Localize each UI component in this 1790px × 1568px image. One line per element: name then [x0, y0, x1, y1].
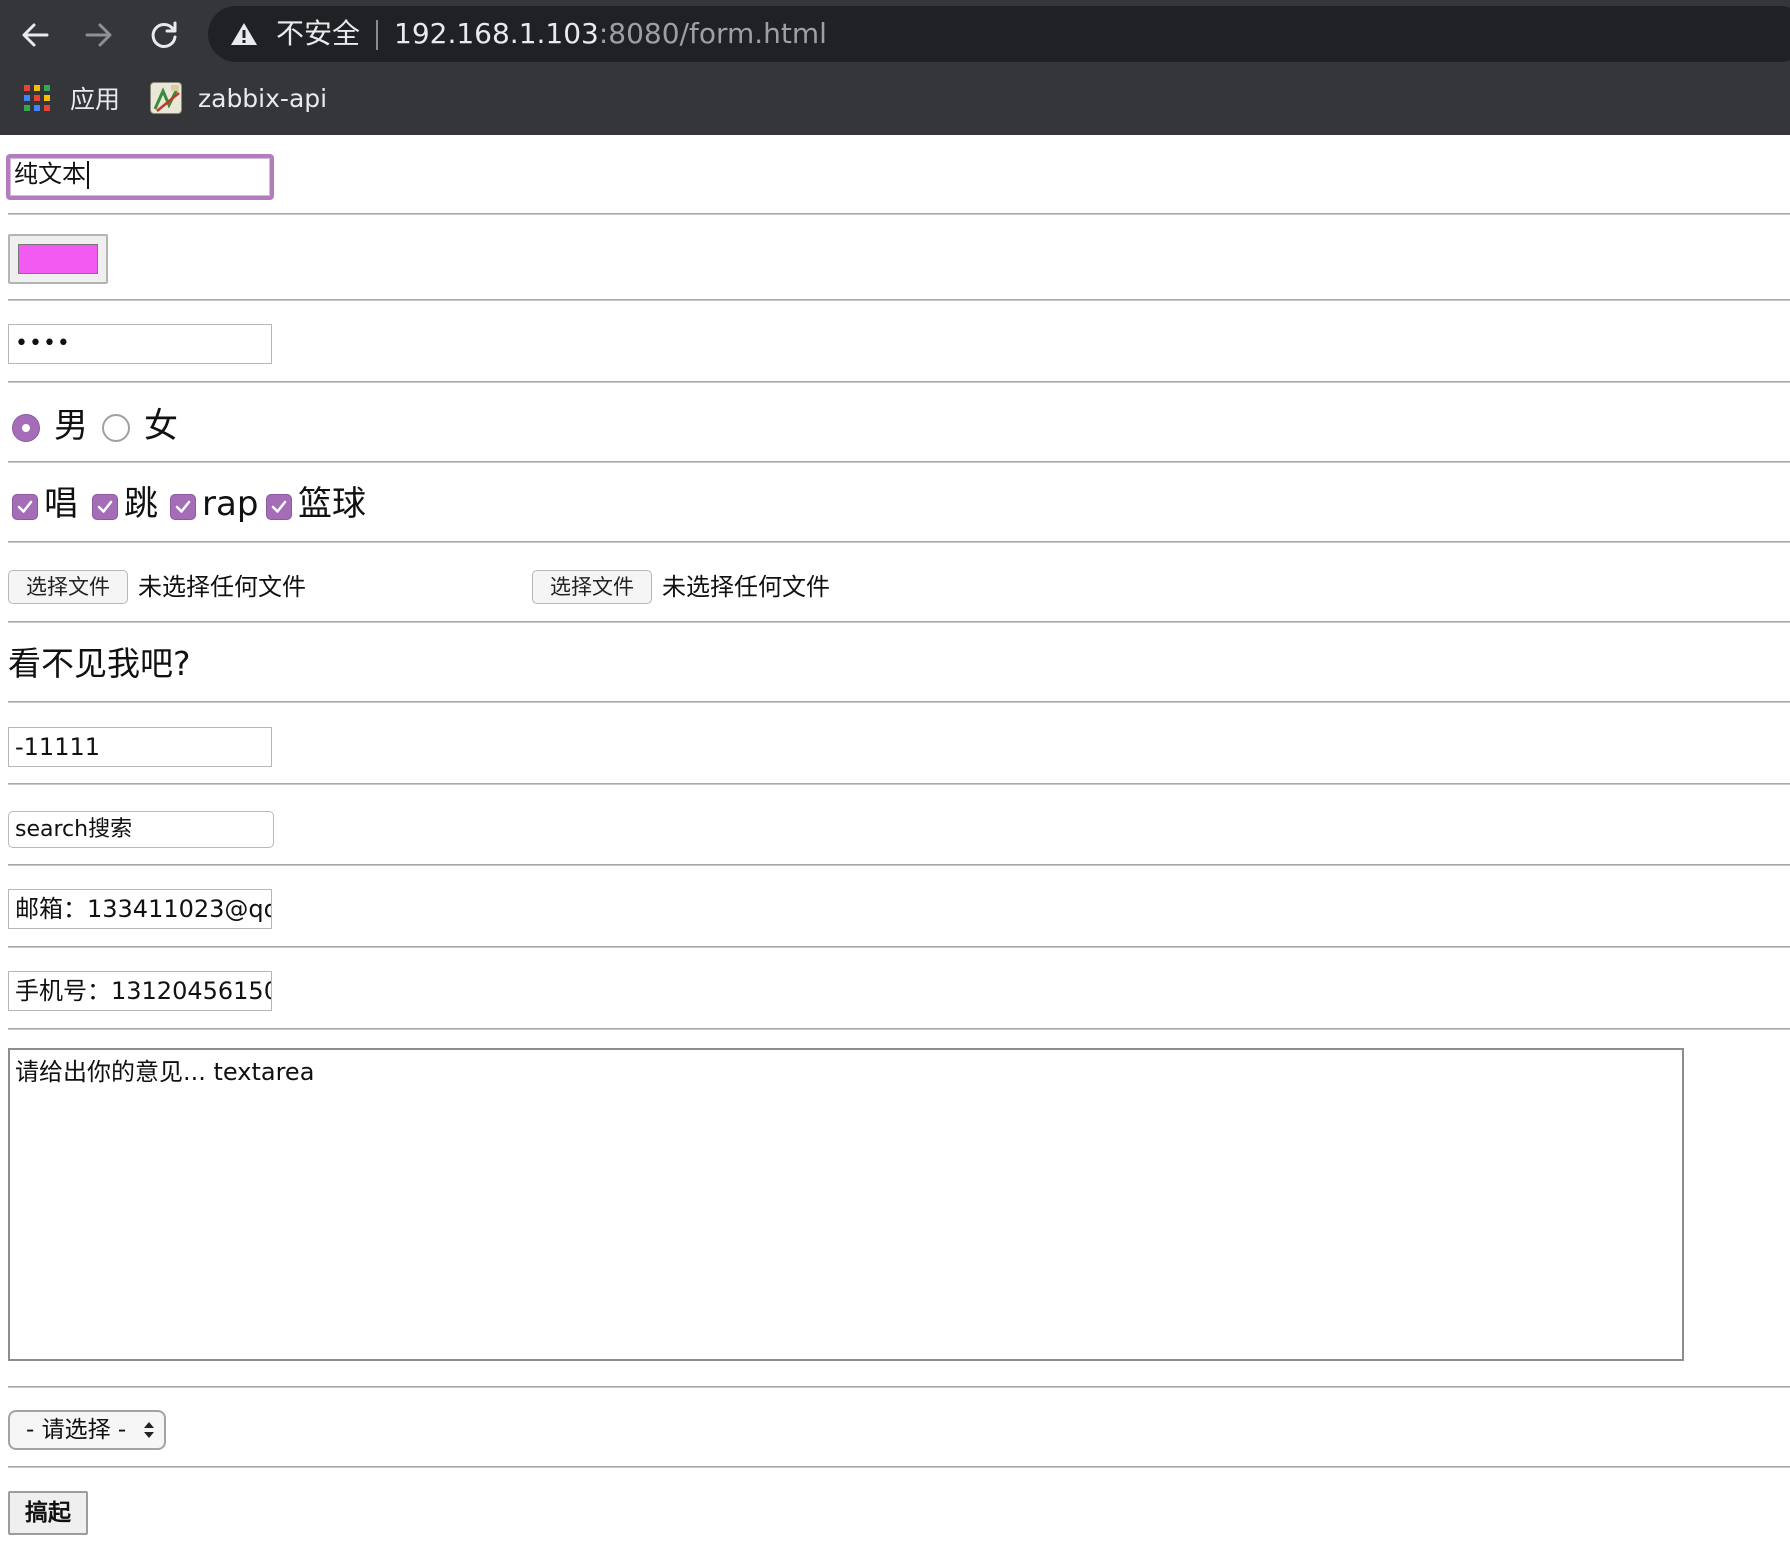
checkbox-sing-label[interactable]: 唱	[44, 484, 78, 524]
feedback-textarea[interactable]: 请给出你的意见... textarea	[8, 1048, 1684, 1361]
check-icon	[17, 500, 33, 513]
select-value: - 请选择 -	[26, 1417, 127, 1443]
search-input[interactable]: search搜索	[8, 811, 274, 848]
tel-input-value: 手机号：13120456150	[15, 977, 272, 1005]
url-text[interactable]: 192.168.1.103:8080/form.html	[394, 17, 827, 51]
file-choose-button-1[interactable]: 选择文件	[8, 570, 128, 604]
checkbox-basketball[interactable]	[266, 494, 292, 520]
url-host: 192.168.1.103	[394, 17, 599, 50]
text-input[interactable]: 纯文本	[6, 154, 274, 200]
checkbox-dance[interactable]	[92, 494, 118, 520]
checkbox-basketball-label[interactable]: 篮球	[298, 484, 366, 524]
search-input-value: search搜索	[15, 817, 133, 842]
divider	[8, 1028, 1790, 1030]
warning-icon[interactable]	[230, 21, 258, 47]
checkbox-rap[interactable]	[170, 494, 196, 520]
number-input[interactable]: -11111	[8, 727, 272, 767]
divider	[8, 701, 1790, 703]
forward-button[interactable]	[76, 12, 122, 58]
arrow-left-icon	[22, 23, 49, 47]
number-input-value: -11111	[15, 733, 101, 761]
divider	[8, 946, 1790, 948]
check-icon	[271, 500, 287, 513]
password-mask: ••••	[15, 331, 71, 356]
checkbox-rap-label[interactable]: rap	[202, 484, 258, 524]
check-icon	[97, 500, 113, 513]
bookmark-zabbix-api[interactable]: zabbix-api	[150, 78, 327, 118]
divider	[8, 541, 1790, 543]
omnibox-divider	[376, 20, 378, 50]
select-arrows-icon	[144, 1422, 154, 1438]
reload-button[interactable]	[141, 12, 187, 58]
checkbox-sing[interactable]	[12, 494, 38, 520]
text-caret	[87, 161, 89, 189]
submit-button[interactable]: 搞起	[8, 1491, 88, 1535]
divider	[8, 864, 1790, 866]
apps-grid-icon	[24, 85, 50, 111]
address-bar[interactable]: 不安全 192.168.1.103:8080/form.html	[208, 6, 1790, 62]
divider	[8, 299, 1790, 301]
checkbox-dance-label[interactable]: 跳	[124, 484, 158, 524]
divider	[8, 461, 1790, 463]
textarea-value: 请给出你的意见... textarea	[15, 1058, 315, 1086]
color-picker[interactable]	[8, 234, 108, 284]
zabbix-favicon-icon	[150, 82, 182, 114]
radio-male-label[interactable]: 男	[54, 406, 88, 446]
divider	[8, 213, 1790, 215]
color-swatch	[18, 244, 98, 274]
divider	[8, 783, 1790, 785]
bookmark-apps-label: 应用	[70, 85, 121, 114]
radio-male[interactable]	[12, 414, 40, 442]
file-status-1: 未选择任何文件	[138, 573, 306, 601]
check-icon	[175, 500, 191, 513]
radio-female-label[interactable]: 女	[144, 406, 178, 446]
divider	[8, 1386, 1790, 1388]
email-input[interactable]: 邮箱：133411023@qq.	[8, 889, 272, 929]
tel-input[interactable]: 手机号：13120456150	[8, 971, 272, 1011]
browser-toolbar: 不安全 192.168.1.103:8080/form.html 应用 zabb…	[0, 0, 1790, 135]
file-status-2: 未选择任何文件	[662, 573, 830, 601]
arrow-right-icon	[85, 23, 112, 47]
url-path: :8080/form.html	[598, 17, 827, 50]
file-choose-button-2[interactable]: 选择文件	[532, 570, 652, 604]
divider	[8, 621, 1790, 623]
hidden-field-text: 看不见我吧?	[8, 644, 191, 683]
option-select[interactable]: - 请选择 -	[8, 1410, 166, 1450]
bookmark-zabbix-label: zabbix-api	[198, 83, 328, 113]
password-input[interactable]: ••••	[8, 324, 272, 364]
divider	[8, 1466, 1790, 1468]
back-button[interactable]	[12, 12, 58, 58]
security-label[interactable]: 不安全	[276, 17, 360, 51]
bookmark-apps[interactable]: 应用	[24, 78, 120, 118]
email-input-value: 邮箱：133411023@qq.	[15, 895, 272, 923]
text-input-value: 纯文本	[14, 160, 86, 188]
divider	[8, 381, 1790, 383]
reload-icon	[151, 21, 177, 48]
radio-female[interactable]	[102, 414, 130, 442]
